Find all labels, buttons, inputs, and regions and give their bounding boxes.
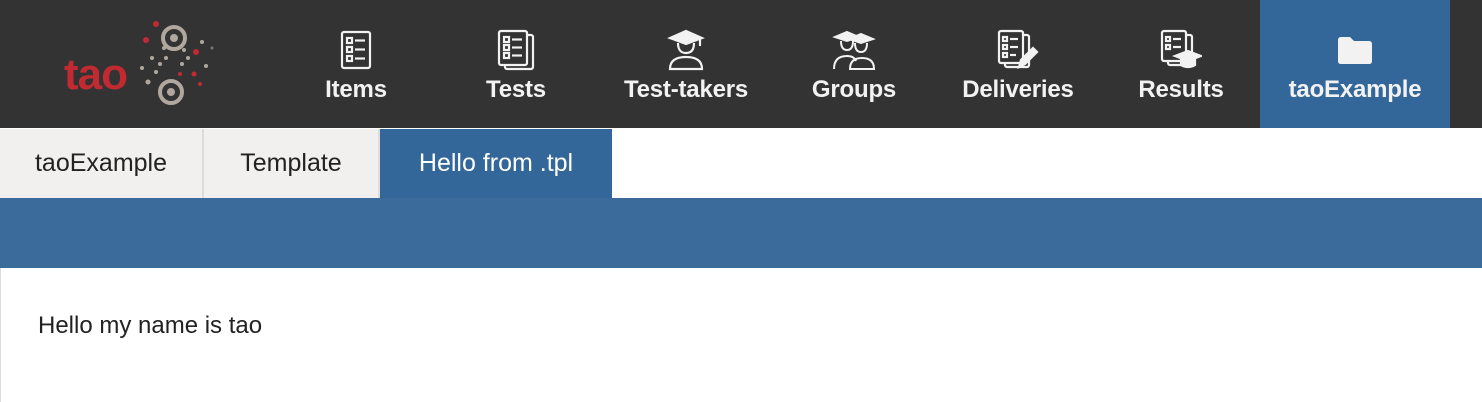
- tab-bar: taoExample Template Hello from .tpl: [0, 129, 1482, 198]
- nav-item-label: Deliveries: [962, 76, 1074, 103]
- items-icon: [334, 28, 378, 72]
- tab-template[interactable]: Template: [204, 129, 380, 198]
- nav-item-deliveries[interactable]: Deliveries: [955, 0, 1081, 128]
- content-divider: [0, 268, 1, 402]
- results-icon: [1159, 28, 1203, 72]
- tests-icon: [494, 28, 538, 72]
- logo-wordmark: tao: [64, 50, 128, 99]
- nav-item-label: taoExample: [1288, 76, 1422, 103]
- tab-label: Template: [240, 149, 342, 177]
- top-navigation-bar: tao Items Tests Test-takers Groups Deliv…: [0, 0, 1482, 128]
- nav-item-groups[interactable]: Groups: [794, 0, 914, 128]
- tao-logo[interactable]: tao: [56, 12, 216, 116]
- deliveries-icon: [996, 28, 1040, 72]
- nav-item-taoexample[interactable]: taoExample: [1260, 0, 1450, 128]
- nav-item-label: Test-takers: [623, 76, 749, 103]
- nav-item-test-takers[interactable]: Test-takers: [616, 0, 756, 128]
- folder-icon: [1333, 28, 1377, 72]
- tab-taoexample[interactable]: taoExample: [0, 129, 204, 198]
- nav-item-label: Tests: [486, 76, 546, 103]
- tab-hello-from-tpl[interactable]: Hello from .tpl: [380, 129, 612, 198]
- nav-item-label: Items: [325, 76, 387, 103]
- test-taker-icon: [664, 28, 708, 72]
- nav-item-items[interactable]: Items: [296, 0, 416, 128]
- hello-message: Hello my name is tao: [38, 312, 263, 339]
- nav-item-label: Groups: [811, 76, 897, 103]
- section-header-band: [0, 198, 1482, 268]
- tab-label: taoExample: [34, 149, 168, 177]
- nav-item-results[interactable]: Results: [1121, 0, 1241, 128]
- groups-icon: [832, 28, 876, 72]
- nav-item-label: Results: [1138, 76, 1224, 103]
- nav-item-tests[interactable]: Tests: [456, 0, 576, 128]
- tab-label: Hello from .tpl: [418, 149, 574, 177]
